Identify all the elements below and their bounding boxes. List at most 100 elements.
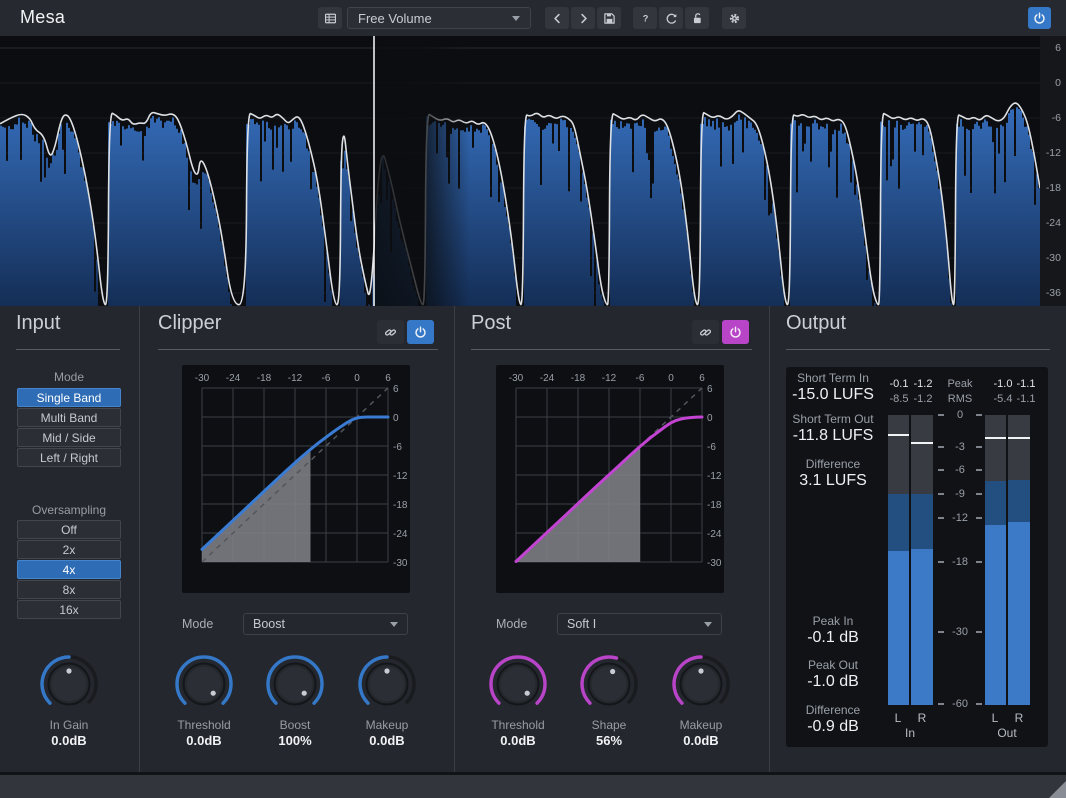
stat-label: Difference — [787, 703, 879, 717]
prev-preset-button[interactable] — [545, 7, 569, 29]
stat-label: Difference — [787, 457, 879, 471]
preset-dropdown[interactable]: Free Volume — [347, 7, 531, 29]
knob-label: In Gain — [29, 718, 109, 732]
clipper-panel-title: Clipper — [158, 312, 221, 335]
knob-dial[interactable] — [486, 652, 550, 716]
graph-x-tick: -12 — [288, 373, 303, 384]
graph-y-tick: -6 — [393, 442, 402, 453]
channel-label: L — [887, 711, 909, 725]
clipper-panel-rule — [158, 349, 438, 350]
post-link-button[interactable] — [692, 320, 719, 344]
meter-header-value: -1.1 — [1011, 393, 1041, 405]
save-preset-button[interactable] — [597, 7, 621, 29]
mode-option-multi-band[interactable]: Multi Band — [17, 408, 121, 427]
in-gain-knob[interactable]: In Gain0.0dB — [29, 652, 109, 748]
graph-x-tick: -18 — [571, 373, 586, 384]
graph-y-tick: -18 — [393, 500, 408, 511]
knob-dial[interactable] — [669, 652, 733, 716]
wave-scale-label: 6 — [1041, 42, 1061, 54]
waveform-canvas — [0, 36, 1040, 306]
clipper-boost-knob[interactable]: Boost100% — [255, 652, 335, 748]
stat-peak_stats-0: Peak In-0.1 dB — [787, 614, 879, 647]
ab-compare-button[interactable] — [659, 7, 683, 29]
knob-label: Boost — [255, 718, 335, 732]
panel-divider — [139, 306, 140, 772]
next-preset-button[interactable] — [571, 7, 595, 29]
meter-rms-fill — [888, 551, 909, 705]
post-mode-dropdown[interactable]: Soft I — [557, 613, 722, 635]
graph-x-tick: -12 — [602, 373, 617, 384]
mode-option-mid-side[interactable]: Mid / Side — [17, 428, 121, 447]
knob-dial[interactable] — [577, 652, 641, 716]
power-icon — [727, 324, 744, 341]
knob-label: Threshold — [478, 718, 558, 732]
post-power-button[interactable] — [722, 320, 749, 344]
svg-text:?: ? — [642, 13, 648, 23]
post-makeup-knob[interactable]: Makeup0.0dB — [661, 652, 741, 748]
channel-label: R — [1008, 711, 1030, 725]
help-button[interactable]: ? — [633, 7, 657, 29]
wave-scale-label: -12 — [1041, 147, 1061, 159]
waveform-display: 60-6-12-18-24-30-36 — [0, 36, 1066, 306]
resize-handle[interactable] — [1049, 781, 1066, 798]
lock-button[interactable] — [685, 7, 709, 29]
graph-y-tick: 0 — [393, 413, 399, 424]
oversampling-option-16x[interactable]: 16x — [17, 600, 121, 619]
stat-value: -11.8 LUFS — [787, 427, 879, 445]
settings-button[interactable] — [722, 7, 746, 29]
clipper-mode-dropdown[interactable]: Boost — [243, 613, 408, 635]
chevron-down-icon — [390, 622, 398, 627]
input-panel-title: Input — [16, 312, 60, 335]
graph-x-tick: -30 — [195, 373, 210, 384]
scale-tick-label: -9 — [943, 488, 977, 500]
mode-option-left-right[interactable]: Left / Right — [17, 448, 121, 467]
stat-loudness_stats-0: Short Term In-15.0 LUFS — [787, 371, 879, 404]
knob-label: Makeup — [347, 718, 427, 732]
meter-header-value: RMS — [945, 393, 975, 405]
oversampling-option-2x[interactable]: 2x — [17, 540, 121, 559]
channel-label: R — [911, 711, 933, 725]
knob-dial[interactable] — [172, 652, 236, 716]
post-shape-knob[interactable]: Shape56% — [569, 652, 649, 748]
in-meter-left — [888, 415, 909, 705]
wave-scale-label: -30 — [1041, 252, 1061, 264]
oversampling-option-8x[interactable]: 8x — [17, 580, 121, 599]
meter-peak-hold-line — [888, 434, 909, 436]
oversampling-option-4x[interactable]: 4x — [17, 560, 121, 579]
stat-value: -0.9 dB — [787, 718, 879, 736]
knob-dial[interactable] — [355, 652, 419, 716]
wave-scale-label: -6 — [1041, 112, 1061, 124]
post-threshold-knob[interactable]: Threshold0.0dB — [478, 652, 558, 748]
knob-label: Shape — [569, 718, 649, 732]
master-power-button[interactable] — [1028, 7, 1051, 29]
knob-dial[interactable] — [263, 652, 327, 716]
meter-group-label: In — [887, 726, 933, 740]
graph-x-tick: -24 — [226, 373, 241, 384]
save-icon — [601, 10, 618, 27]
meter-peak-hold-line — [911, 442, 933, 444]
knob-value: 0.0dB — [661, 733, 741, 748]
oversampling-option-off[interactable]: Off — [17, 520, 121, 539]
stat-loudness_stats-2: Difference3.1 LUFS — [787, 457, 879, 490]
clipper-power-button[interactable] — [407, 320, 434, 344]
status-bar — [0, 772, 1066, 798]
graph-x-tick: -24 — [540, 373, 555, 384]
mode-option-single-band[interactable]: Single Band — [17, 388, 121, 407]
knob-value: 0.0dB — [29, 733, 109, 748]
clipper-makeup-knob[interactable]: Makeup0.0dB — [347, 652, 427, 748]
meter-header-value: -1.1 — [1011, 378, 1041, 390]
knob-label: Makeup — [661, 718, 741, 732]
scale-tick-label: -3 — [943, 441, 977, 453]
meter-header-value: -1.2 — [908, 378, 938, 390]
scale-tick-label: -60 — [943, 698, 977, 710]
power-icon — [412, 324, 429, 341]
output-meter-box: Short Term In-15.0 LUFSShort Term Out-11… — [786, 367, 1048, 747]
link-icon — [382, 324, 399, 341]
preset-list-icon — [322, 10, 339, 27]
scale-tick-label: -6 — [943, 464, 977, 476]
preset-list-button[interactable] — [318, 7, 342, 29]
knob-dial[interactable] — [37, 652, 101, 716]
stat-value: -1.0 dB — [787, 673, 879, 691]
clipper-threshold-knob[interactable]: Threshold0.0dB — [164, 652, 244, 748]
clipper-link-button[interactable] — [377, 320, 404, 344]
